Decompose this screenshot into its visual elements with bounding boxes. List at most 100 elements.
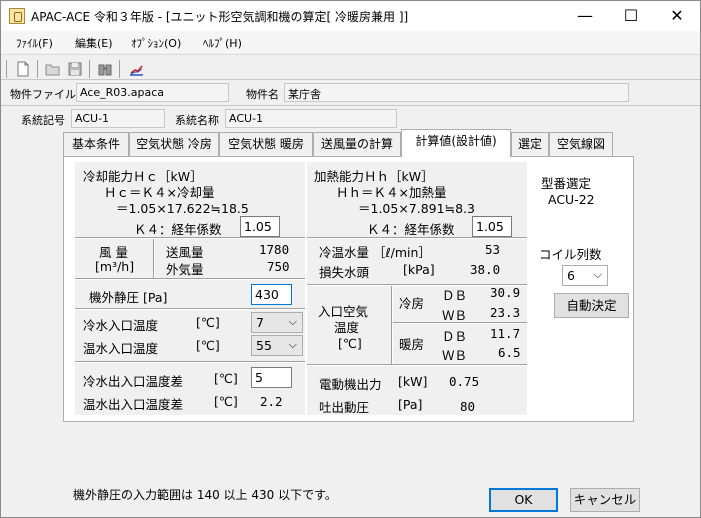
- tab-airflow-calc[interactable]: 送風量の計算: [313, 132, 401, 156]
- toolbar-separator: [6, 60, 7, 78]
- menu-edit[interactable]: 編集(E): [75, 35, 113, 51]
- cool-wb-label: ＷＢ: [442, 308, 468, 323]
- chevron-down-icon: ⌵: [593, 268, 602, 281]
- save-icon[interactable]: [67, 61, 83, 77]
- menu-bar: ﾌｧｲﾙ(F) 編集(E) ｵﾌﾟｼｮﾝ(O) ﾍﾙﾌﾟ(H): [1, 31, 700, 53]
- cold-water-inlet-value: 7: [256, 315, 264, 330]
- open-folder-icon[interactable]: [45, 61, 61, 77]
- motor-power-unit: [kW]: [398, 374, 428, 389]
- head-loss-unit: [kPa]: [403, 262, 435, 277]
- separator: [75, 308, 305, 310]
- system-name-label: 系統名称: [175, 114, 219, 127]
- separator: [391, 286, 393, 364]
- discharge-pressure-label: 吐出動圧: [319, 400, 370, 415]
- status-message: 機外静圧の入力範囲は 140 以上 430 以下です。: [73, 488, 337, 502]
- menu-file[interactable]: ﾌｧｲﾙ(F): [16, 35, 53, 51]
- model-value: ACU-22: [548, 192, 595, 207]
- close-button[interactable]: ✕: [654, 1, 700, 31]
- auto-determine-button[interactable]: 自動決定: [554, 293, 629, 318]
- cold-water-diff-unit: [℃]: [214, 371, 238, 386]
- ok-button[interactable]: OK: [489, 488, 558, 512]
- hot-water-inlet-select[interactable]: 55 ⌵: [251, 335, 303, 356]
- system-code-label: 系統記号: [21, 114, 65, 127]
- menu-help[interactable]: ﾍﾙﾌﾟ(H): [203, 35, 242, 51]
- discharge-pressure-value: 80: [460, 399, 476, 414]
- motor-power-label: 電動機出力: [319, 377, 382, 392]
- title-bar: APAC-ACE 令和３年版 - [ユニット形空気調和機の算定[ 冷暖房兼用 ]…: [1, 1, 700, 31]
- hot-water-diff-value: 2.2: [260, 394, 283, 409]
- water-flow-label: 冷温水量 ［ℓ/min］: [319, 245, 431, 260]
- cooling-k4-input[interactable]: 1.05: [240, 216, 280, 237]
- heating-mode-label: 暖房: [399, 337, 425, 352]
- cool-wb-value: 23.3: [490, 305, 521, 320]
- cancel-button[interactable]: キャンセル: [570, 488, 640, 512]
- cooling-mode-label: 冷房: [399, 296, 425, 311]
- cool-db-label: ＤＢ: [442, 288, 468, 303]
- system-code-field: ACU-1: [71, 109, 165, 128]
- cold-water-inlet-label: 冷水入口温度: [83, 318, 159, 333]
- heating-k4-input[interactable]: 1.05: [472, 216, 512, 237]
- project-name-field: 某庁舎: [284, 83, 629, 102]
- coil-rows-select[interactable]: 6 ⌵: [562, 265, 608, 286]
- cold-water-inlet-select[interactable]: 7 ⌵: [251, 312, 303, 333]
- cold-water-diff-input[interactable]: 5: [251, 367, 292, 388]
- inlet-air-label-2: 温度: [334, 320, 360, 335]
- minimize-button[interactable]: —: [562, 1, 608, 31]
- heat-db-value: 11.7: [490, 326, 521, 341]
- separator: [307, 364, 527, 366]
- inlet-air-unit: [℃]: [338, 336, 362, 351]
- project-name-label: 物件名: [246, 88, 279, 101]
- heat-db-label: ＤＢ: [442, 329, 468, 344]
- static-pressure-input[interactable]: 430: [251, 284, 292, 305]
- dialog-window: APAC-ACE 令和３年版 - [ユニット形空気調和機の算定[ 冷暖房兼用 ]…: [0, 0, 701, 518]
- heat-wb-label: ＷＢ: [442, 348, 468, 363]
- separator: [153, 239, 155, 278]
- hot-water-inlet-value: 55: [256, 338, 272, 353]
- tab-air-heating[interactable]: 空気状態 暖房: [219, 132, 313, 156]
- hot-water-inlet-label: 温水入口温度: [83, 341, 159, 356]
- static-pressure-label: 機外静圧 [Pa]: [89, 290, 168, 305]
- app-icon: [9, 8, 25, 24]
- hot-water-diff-label: 温水出入口温度差: [83, 397, 184, 412]
- chevron-down-icon: ⌵: [288, 338, 297, 351]
- head-loss-label: 損失水頭: [319, 265, 370, 280]
- divider: [1, 105, 700, 106]
- water-flow-value: 53: [485, 242, 501, 257]
- coil-rows-label: コイル列数: [539, 247, 602, 262]
- motor-power-value: 0.75: [449, 374, 480, 389]
- toolbar-separator: [37, 60, 38, 78]
- cold-water-diff-label: 冷水出入口温度差: [83, 374, 184, 389]
- outdoor-air-value: 750: [267, 259, 290, 274]
- window-title: APAC-ACE 令和３年版 - [ユニット形空気調和機の算定[ 冷暖房兼用 ]…: [31, 10, 409, 24]
- cold-water-inlet-unit: [℃]: [196, 315, 220, 330]
- outdoor-air-label: 外気量: [166, 262, 204, 277]
- binoculars-icon[interactable]: [97, 61, 113, 77]
- cool-db-value: 30.9: [490, 285, 521, 300]
- file-name-field: Ace_R03.apaca: [76, 83, 229, 102]
- supply-air-value: 1780: [259, 242, 290, 257]
- tab-air-cooling[interactable]: 空気状態 冷房: [129, 132, 219, 156]
- toolbar: [1, 54, 700, 80]
- maximize-button[interactable]: ☐: [608, 1, 654, 31]
- cooling-calc: ＝1.05×17.622≒18.5: [116, 201, 249, 216]
- toolbar-separator: [119, 60, 120, 78]
- coil-rows-value: 6: [567, 268, 575, 283]
- chart-icon[interactable]: [128, 61, 144, 77]
- chevron-down-icon: ⌵: [288, 315, 297, 328]
- system-name-field: ACU-1: [225, 109, 397, 128]
- tab-psychrometric[interactable]: 空気線図: [549, 132, 613, 156]
- tab-basic-conditions[interactable]: 基本条件: [63, 132, 129, 156]
- toolbar-separator: [89, 60, 90, 78]
- cooling-k4-label: Ｋ４：経年係数: [134, 222, 222, 237]
- airflow-unit: [m³/h]: [95, 259, 135, 274]
- hot-water-diff-unit: [℃]: [214, 394, 238, 409]
- tab-design-values[interactable]: 計算値(設計値): [401, 129, 511, 157]
- head-loss-value: 38.0: [470, 262, 501, 277]
- menu-options[interactable]: ｵﾌﾟｼｮﾝ(O): [131, 35, 181, 51]
- tab-selection[interactable]: 選定: [511, 132, 549, 156]
- hot-water-inlet-unit: [℃]: [196, 338, 220, 353]
- model-label: 型番選定: [541, 176, 592, 191]
- heating-calc: ＝1.05×7.891≒8.3: [358, 201, 475, 216]
- new-file-icon[interactable]: [15, 61, 31, 77]
- discharge-pressure-unit: [Pa]: [398, 397, 423, 412]
